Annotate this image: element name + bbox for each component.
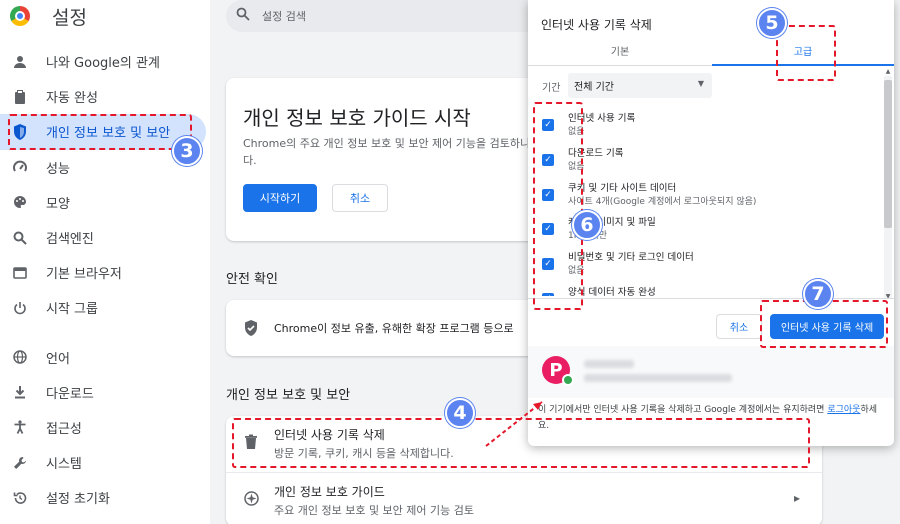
annotation-arrow <box>485 401 543 447</box>
